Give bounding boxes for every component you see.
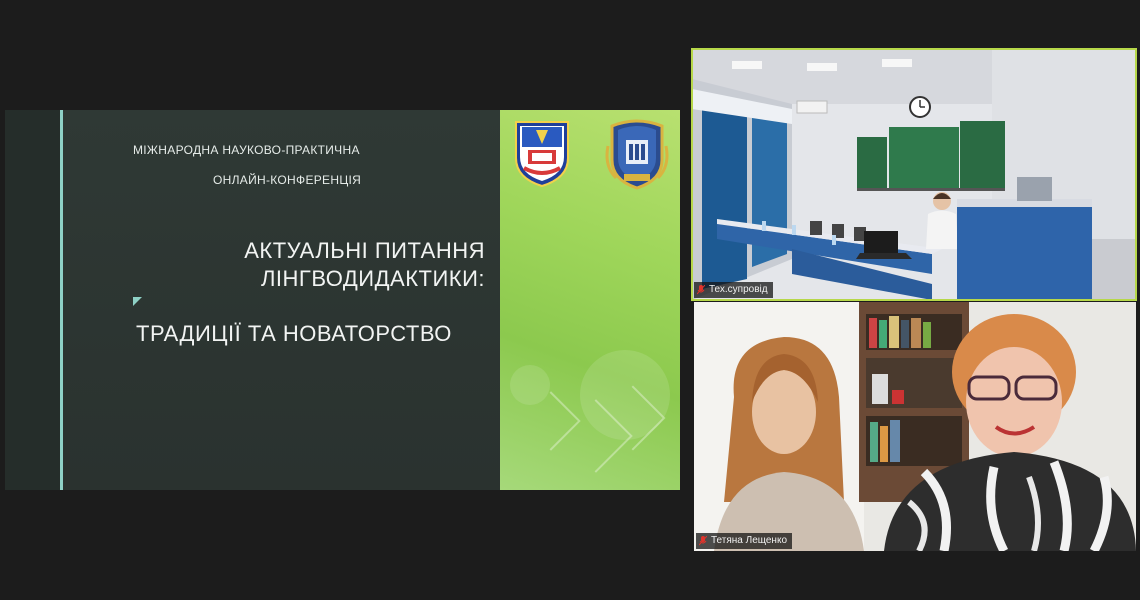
participant-name-tag: Тех.супровід — [694, 282, 773, 298]
slide-title-line2: ЛІНГВОДИДАКТИКИ: — [260, 266, 485, 291]
conference-type-line2: ОНЛАЙН-КОНФЕРЕНЦІЯ — [213, 173, 362, 187]
slide-title-line1: АКТУАЛЬНІ ПИТАННЯ — [244, 238, 485, 263]
mic-muted-icon — [699, 536, 707, 546]
slide-subtitle: ТРАДИЦІЇ ТА НОВАТОРСТВО — [136, 321, 452, 346]
shared-screen-slide: МІЖНАРОДНА НАУКОВО-ПРАКТИЧНА ОНЛАЙН-КОНФ… — [5, 110, 680, 490]
video-tile-participant-2[interactable]: Тетяна Лещенко — [694, 302, 1136, 551]
bullet-triangle-icon — [133, 297, 142, 306]
mic-muted-icon — [697, 285, 705, 295]
slide-main-area — [63, 110, 500, 490]
classroom-video-feed — [692, 49, 1136, 300]
university-crest-left-logo — [512, 118, 572, 188]
participant-name-tag: Тетяна Лещенко — [696, 533, 793, 549]
slide-left-band — [5, 110, 60, 490]
participant-name: Тетяна Лещенко — [711, 535, 788, 546]
participant-name: Тех.супровід — [709, 284, 768, 295]
video-tile-participant-1[interactable]: Тех.супровід — [691, 48, 1137, 301]
university-crest-right-logo — [604, 116, 670, 190]
conference-type-line1: МІЖНАРОДНА НАУКОВО-ПРАКТИЧНА — [133, 143, 360, 157]
webcam-video-feed — [694, 302, 1136, 551]
